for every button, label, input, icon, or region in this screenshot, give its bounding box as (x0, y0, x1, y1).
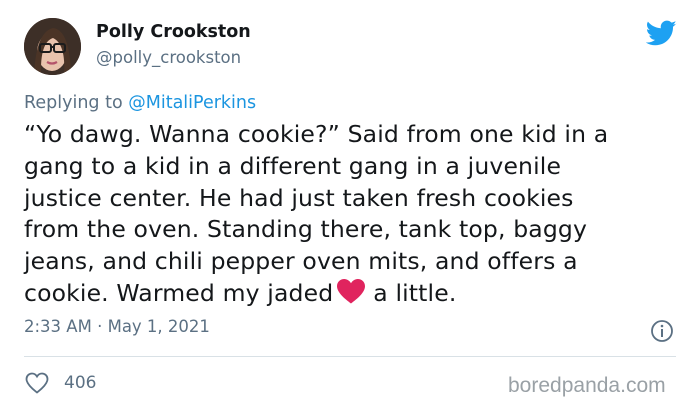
replying-to-label: Replying to (24, 93, 123, 113)
avatar[interactable] (24, 18, 81, 75)
tweet-text: “Yo dawg. Wanna cookie?” Said from one k… (24, 119, 674, 310)
tweet-line-with-emoji: cookie. Warmed my jaded a little. (24, 278, 674, 310)
reply-mention-link[interactable]: @MitaliPerkins (128, 93, 256, 113)
twitter-bird-icon[interactable] (646, 20, 677, 47)
tweet-line-segment: cookie. Warmed my jaded (24, 278, 334, 307)
tweet-line: justice center. He had just taken fresh … (24, 183, 574, 212)
heart-outline-icon (25, 372, 49, 394)
author-handle[interactable]: @polly_crookston (96, 48, 241, 67)
author-name[interactable]: Polly Crookston (96, 22, 251, 42)
tweet-line: jeans, and chili pepper oven mits, and o… (24, 247, 578, 276)
tweet-line: “Yo dawg. Wanna cookie?” Said from one k… (24, 120, 609, 148)
like-count: 406 (64, 373, 97, 393)
tweet-line: gang to a kid in a different gang in a j… (24, 151, 562, 180)
replying-to: Replying to @MitaliPerkins (24, 93, 256, 113)
tweet-date: May 1, 2021 (107, 317, 210, 336)
info-icon[interactable] (650, 319, 674, 343)
meta-separator: · (97, 317, 103, 336)
like-button[interactable]: 406 (24, 370, 96, 396)
tweet-line: from the oven. Standing there, tank top,… (24, 215, 588, 244)
tweet-line-segment: a little. (373, 278, 457, 307)
divider (24, 356, 676, 357)
tweet-time: 2:33 AM (24, 317, 92, 336)
watermark: boredpanda.com (508, 374, 666, 397)
red-heart-emoji-icon (337, 278, 366, 304)
tweet-timestamp[interactable]: 2:33 AM · May 1, 2021 (24, 317, 210, 336)
avatar-photo (24, 18, 81, 75)
